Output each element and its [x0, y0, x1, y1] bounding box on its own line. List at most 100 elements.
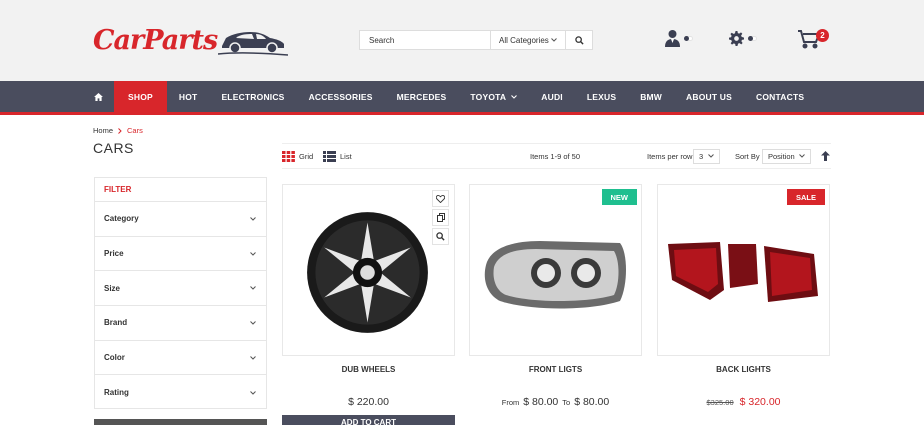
nav-lexus[interactable]: LEXUS	[575, 81, 628, 112]
filter-label: Color	[104, 353, 125, 363]
product-name[interactable]: BACK LIGHTS	[657, 365, 830, 374]
search-icon	[574, 35, 584, 45]
items-per-row-select[interactable]: 3	[693, 148, 720, 164]
filter-brand[interactable]: Brand	[95, 306, 266, 341]
breadcrumb-current: Cars	[127, 126, 143, 135]
product-image-tail-lights	[668, 242, 818, 302]
filter-label: Price	[104, 249, 124, 259]
sort-direction-button[interactable]	[821, 144, 830, 168]
items-per-row-label: Items per row	[647, 151, 693, 161]
chevron-down-icon	[511, 94, 518, 99]
price-from-label: From	[501, 398, 520, 407]
category-select[interactable]: All Categories	[490, 31, 565, 49]
chevron-down-icon	[250, 251, 256, 256]
items-info: Items 1-9 of 50	[530, 151, 581, 161]
copy-icon	[436, 213, 445, 222]
list-icon	[323, 150, 336, 162]
nav-about-us[interactable]: ABOUT US	[674, 81, 744, 112]
price-from: $ 80.00	[523, 396, 559, 408]
filter-label: Rating	[104, 388, 129, 398]
listing-toolbar: Grid List Items 1-9 of 50 Items per row …	[282, 143, 831, 169]
product-price-sale: $325.00 $ 320.00	[657, 396, 830, 408]
sidebar-banner	[94, 419, 267, 425]
account-toggle-dot	[684, 35, 693, 41]
settings-toggle-dot	[748, 36, 757, 41]
sort-select-value: Position	[768, 151, 795, 161]
nav-toyota-label: TOYOTA	[470, 91, 507, 102]
filter-color[interactable]: Color	[95, 341, 266, 376]
product-card-back-lights[interactable]: SALE	[657, 184, 830, 356]
search-button[interactable]	[565, 31, 592, 49]
nav-electronics[interactable]: ELECTRONICS	[209, 81, 296, 112]
price-to-label: To	[562, 398, 571, 407]
chevron-down-icon	[250, 390, 256, 395]
items-per-row-select-wrap: 3	[693, 144, 720, 168]
product-card-dub-wheels[interactable]	[282, 184, 455, 356]
nav-audi[interactable]: AUDI	[529, 81, 575, 112]
breadcrumb: Home Cars	[93, 126, 143, 135]
list-view-label: List	[340, 151, 352, 161]
filter-label: Size	[104, 283, 121, 293]
header: CarParts All Categories	[0, 0, 924, 81]
chevron-down-icon	[708, 154, 714, 158]
car-logo-icon	[218, 32, 289, 56]
chevron-down-icon	[799, 154, 805, 158]
nav-contacts[interactable]: CONTACTS	[744, 81, 816, 112]
nav-hot[interactable]: HOT	[167, 81, 210, 112]
nav-accessories[interactable]: ACCESSORIES	[297, 81, 385, 112]
chevron-down-icon	[250, 216, 256, 221]
wishlist-button[interactable]	[432, 190, 449, 207]
gear-icon	[729, 31, 744, 46]
add-to-cart-button[interactable]: ADD TO CART	[282, 415, 455, 425]
grid-view-label: Grid	[299, 151, 314, 161]
grid-view-button[interactable]: Grid	[282, 144, 313, 168]
category-select-value: All Categories	[499, 35, 549, 45]
filter-label: Category	[104, 214, 139, 224]
nav-shop[interactable]: SHOP	[114, 81, 167, 112]
product-card-front-ligts[interactable]: NEW	[469, 184, 642, 356]
sort-select[interactable]: Position	[762, 148, 811, 164]
product-image-wheel	[307, 212, 428, 333]
search-icon	[436, 232, 445, 241]
quick-view-button[interactable]	[432, 228, 449, 245]
product-name[interactable]: FRONT LIGTS	[469, 365, 642, 374]
filter-label: Brand	[104, 318, 128, 328]
nav-mercedes[interactable]: MERCEDES	[385, 81, 459, 112]
user-icon	[665, 30, 680, 47]
list-view-button[interactable]: List	[323, 144, 352, 168]
chevron-down-icon	[551, 38, 557, 42]
breadcrumb-home[interactable]: Home	[93, 126, 113, 135]
filter-category[interactable]: Category	[95, 202, 266, 237]
grid-icon	[282, 150, 295, 162]
home-icon	[94, 92, 103, 101]
items-per-row-value: 3	[699, 151, 704, 161]
product-name[interactable]: DUB WHEELS	[282, 365, 455, 374]
old-price: $325.00	[706, 398, 734, 407]
sale-badge: SALE	[786, 189, 825, 205]
nav-bmw[interactable]: BMW	[628, 81, 674, 112]
settings-toggle[interactable]	[729, 31, 757, 46]
nav-toyota[interactable]: TOYOTA	[458, 81, 529, 112]
filter-panel: FILTER Category Price Size Brand Color R…	[94, 177, 267, 409]
filter-title: FILTER	[95, 178, 266, 202]
page-title: CARS	[93, 140, 134, 156]
product-price-range: From $ 80.00 To $ 80.00	[469, 396, 642, 408]
filter-rating[interactable]: Rating	[95, 375, 266, 410]
nav-home[interactable]	[82, 81, 114, 112]
cart-count-badge: 2	[816, 29, 829, 42]
filter-price[interactable]: Price	[95, 237, 266, 272]
account-toggle[interactable]	[665, 29, 693, 47]
filter-size[interactable]: Size	[95, 271, 266, 307]
sort-select-wrap: Position	[762, 144, 811, 168]
chevron-down-icon	[250, 286, 256, 290]
logo[interactable]: CarParts	[93, 18, 289, 62]
main-nav: SHOP HOT ELECTRONICS ACCESSORIES MERCEDE…	[0, 81, 924, 115]
compare-button[interactable]	[432, 209, 449, 226]
search-input[interactable]	[360, 31, 490, 49]
search-bar: All Categories	[359, 30, 593, 50]
chevron-down-icon	[250, 355, 256, 360]
chevron-right-icon	[118, 127, 122, 134]
heart-icon	[436, 194, 445, 203]
cart-button[interactable]: 2	[797, 29, 829, 50]
sale-price: $ 320.00	[739, 396, 781, 408]
